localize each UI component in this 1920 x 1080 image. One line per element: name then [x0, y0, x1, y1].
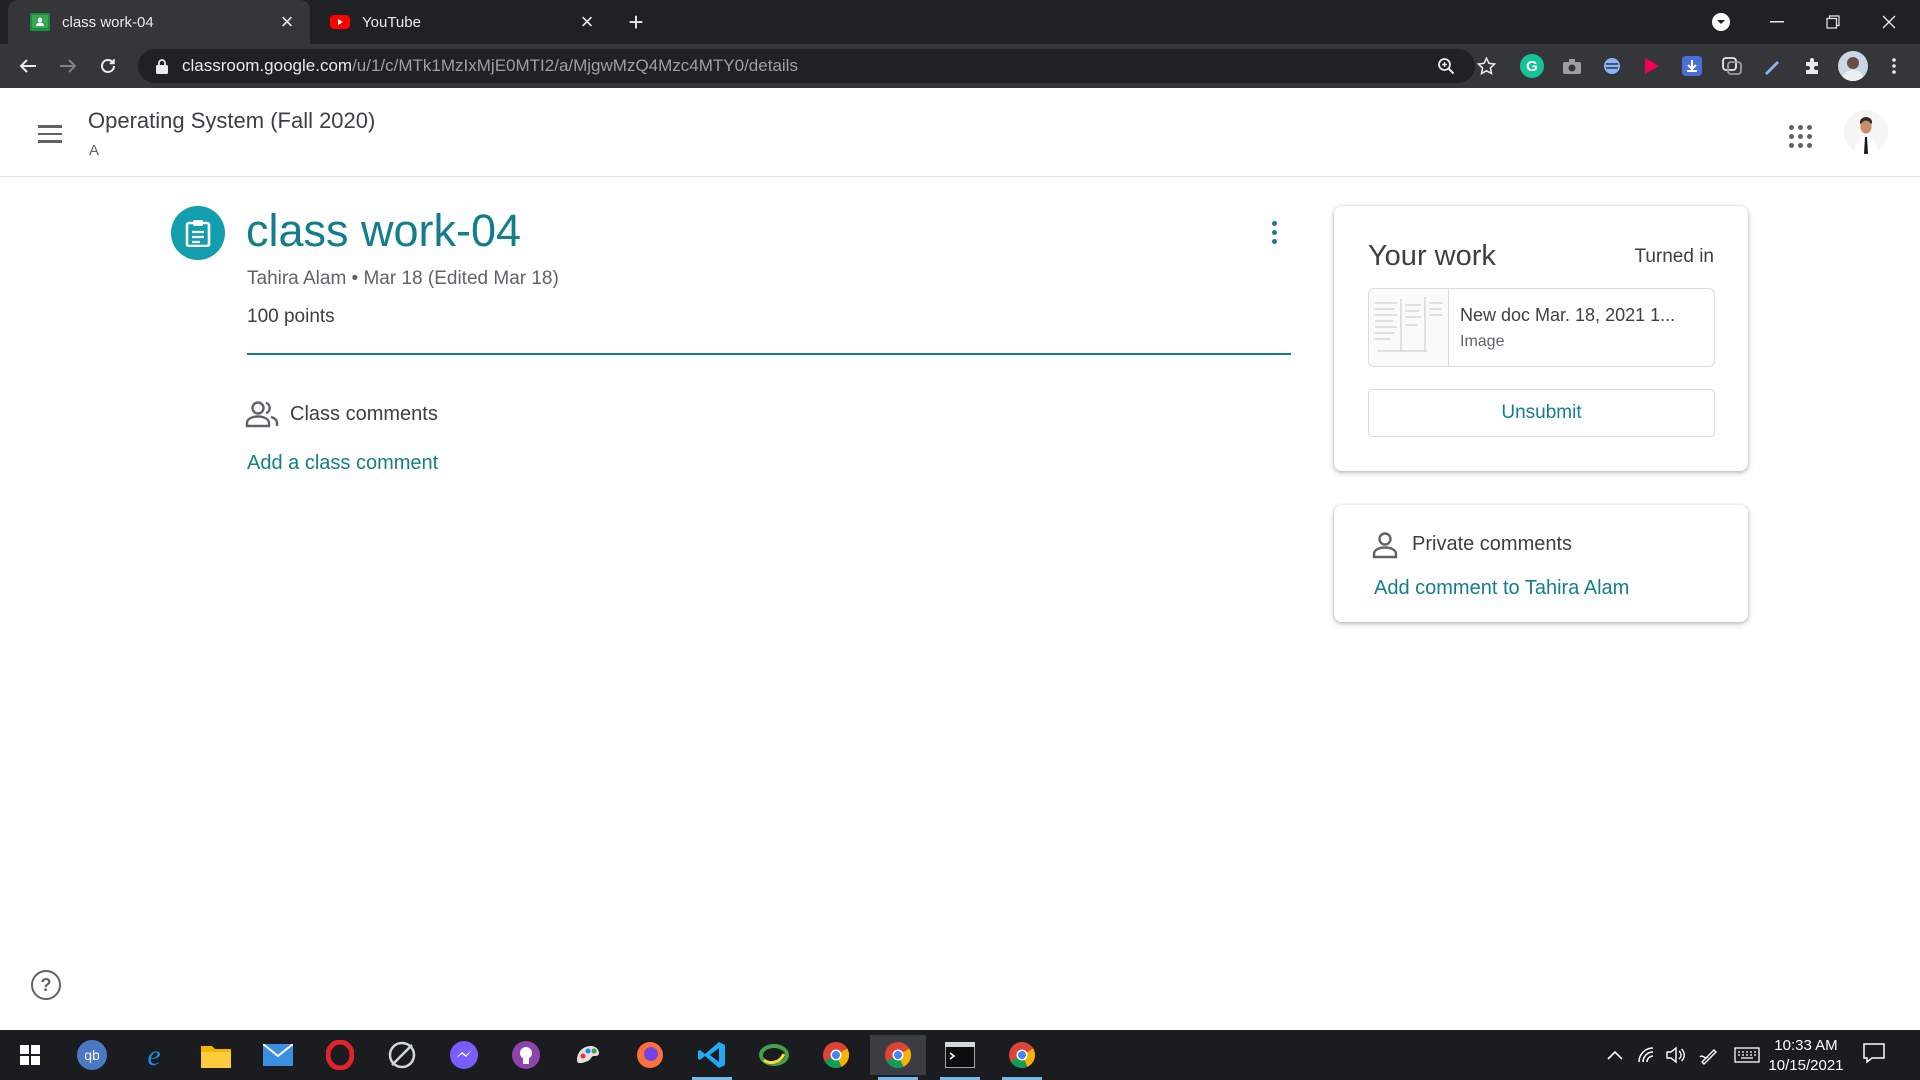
paint-icon[interactable]: [560, 1035, 616, 1075]
class-comments-label: Class comments: [290, 403, 438, 425]
firefox-icon[interactable]: [622, 1035, 678, 1075]
google-classroom-icon: [30, 12, 50, 32]
back-icon[interactable]: [12, 50, 44, 82]
private-comments-card: Private comments Add comment to Tahira A…: [1334, 505, 1748, 622]
tab-title: class work-04: [62, 13, 154, 31]
lock-icon[interactable]: [152, 56, 172, 76]
google-apps-icon[interactable]: [1782, 118, 1818, 154]
vscode-icon[interactable]: [684, 1035, 740, 1080]
terminal-icon[interactable]: [932, 1035, 988, 1080]
windows-start-icon[interactable]: [2, 1035, 58, 1075]
network-tool-icon[interactable]: [374, 1035, 430, 1075]
chrome-profile-1-icon[interactable]: [808, 1035, 864, 1075]
chrome-active-icon[interactable]: [870, 1035, 926, 1080]
title-divider: [247, 353, 1291, 355]
course-title[interactable]: Operating System (Fall 2020): [88, 108, 375, 134]
attachment-card[interactable]: New doc Mar. 18, 2021 1... Image: [1368, 288, 1715, 367]
wifi-icon[interactable]: [1636, 1044, 1658, 1066]
pen-workspace-icon[interactable]: [1698, 1044, 1720, 1066]
url-path: /u/1/c/MTk1MzIxMjE0MTI2/a/MjgwMzQ4Mzc4MT…: [352, 56, 798, 75]
browser-tab-bar: class work-04 × YouTube × +: [0, 0, 1920, 44]
mail-icon[interactable]: [250, 1035, 306, 1075]
camera-icon[interactable]: [1560, 54, 1584, 78]
extension-globe-icon[interactable]: [1600, 54, 1624, 78]
close-window-icon[interactable]: [1866, 4, 1912, 40]
globe-app-icon[interactable]: [746, 1035, 802, 1075]
file-explorer-icon[interactable]: [188, 1035, 244, 1075]
grammarly-icon[interactable]: G: [1520, 54, 1544, 78]
tab-class-work-04[interactable]: class work-04 ×: [8, 0, 310, 44]
attachment-name: New doc Mar. 18, 2021 1...: [1460, 305, 1676, 325]
work-status: Turned in: [1634, 246, 1714, 267]
tab-title: YouTube: [362, 13, 421, 31]
chrome-profile-2-icon[interactable]: [994, 1035, 1050, 1080]
browser-toolbar: classroom.google.com/u/1/c/MTk1MzIxMjE0M…: [0, 44, 1920, 88]
show-hidden-icons-chevron-up-icon[interactable]: [1604, 1044, 1626, 1066]
svg-text:e: e: [147, 1040, 160, 1070]
your-work-card: Your work Turned in New doc Mar. 18, 202…: [1334, 206, 1748, 471]
assignment-meta: Tahira Alam • Mar 18 (Edited Mar 18): [247, 268, 559, 289]
attachment-type: Image: [1460, 333, 1505, 350]
assignment-icon: [171, 206, 225, 260]
system-clock[interactable]: 10:33 AM 10/15/2021: [1762, 1036, 1850, 1076]
tab-close-icon[interactable]: ×: [276, 11, 298, 33]
url-host: classroom.google.com: [182, 56, 353, 75]
qb-app-icon[interactable]: qb: [64, 1035, 120, 1075]
help-icon[interactable]: ?: [31, 970, 61, 1000]
zoom-icon[interactable]: [1434, 54, 1458, 78]
windows-taskbar: qb e 10:33 AM 10/15/2021: [0, 1030, 1920, 1080]
tab-close-icon[interactable]: ×: [576, 11, 598, 33]
people-icon: [245, 401, 279, 428]
address-bar[interactable]: classroom.google.com/u/1/c/MTk1MzIxMjE0M…: [138, 49, 1496, 83]
private-comments-label: Private comments: [1412, 533, 1573, 555]
assignment-points: 100 points: [247, 306, 335, 327]
unsubmit-button[interactable]: Unsubmit: [1368, 389, 1715, 437]
pen-extension-icon[interactable]: [1760, 54, 1784, 78]
course-section: A: [89, 142, 100, 159]
restore-icon[interactable]: [1810, 4, 1856, 40]
profile-avatar-icon[interactable]: [1838, 51, 1868, 81]
messenger-icon[interactable]: [436, 1035, 492, 1075]
forward-icon[interactable]: [52, 50, 84, 82]
reload-icon[interactable]: [92, 50, 124, 82]
tab-youtube[interactable]: YouTube ×: [308, 0, 610, 44]
volume-icon[interactable]: [1664, 1044, 1686, 1066]
add-class-comment-link[interactable]: Add a class comment: [247, 452, 438, 475]
url-text: classroom.google.com/u/1/c/MTk1MzIxMjE0M…: [182, 56, 798, 76]
touch-keyboard-icon[interactable]: [1734, 1044, 1760, 1066]
clock-date: 10/15/2021: [1768, 1057, 1844, 1074]
assignment-title: class work-04: [246, 205, 522, 256]
play-extension-icon[interactable]: [1640, 54, 1664, 78]
github-icon[interactable]: [498, 1035, 554, 1075]
opera-icon[interactable]: [312, 1035, 368, 1075]
attachment-thumbnail: [1369, 289, 1449, 366]
extensions-puzzle-icon[interactable]: [1800, 54, 1824, 78]
clock-time: 10:33 AM: [1774, 1037, 1838, 1054]
account-avatar[interactable]: [1844, 110, 1888, 154]
download-extension-icon[interactable]: [1680, 54, 1704, 78]
edge-icon[interactable]: e: [126, 1035, 182, 1075]
tab-search-icon[interactable]: [1698, 4, 1744, 40]
chrome-menu-icon[interactable]: [1882, 54, 1906, 78]
minimize-icon[interactable]: [1754, 4, 1800, 40]
svg-text:qb: qb: [84, 1047, 100, 1063]
classroom-header: Operating System (Fall 2020) A: [0, 88, 1920, 177]
extension-link-icon[interactable]: [1720, 54, 1744, 78]
bookmark-star-icon[interactable]: [1474, 54, 1498, 78]
youtube-icon: [330, 12, 350, 32]
your-work-title: Your work: [1368, 240, 1496, 272]
more-options-icon[interactable]: [1256, 214, 1292, 250]
new-tab-button[interactable]: +: [622, 8, 650, 36]
notification-center-icon[interactable]: [1862, 1042, 1888, 1068]
add-private-comment-link[interactable]: Add comment to Tahira Alam: [1374, 577, 1629, 600]
main-menu-icon[interactable]: [30, 114, 70, 154]
person-icon: [1372, 532, 1398, 559]
